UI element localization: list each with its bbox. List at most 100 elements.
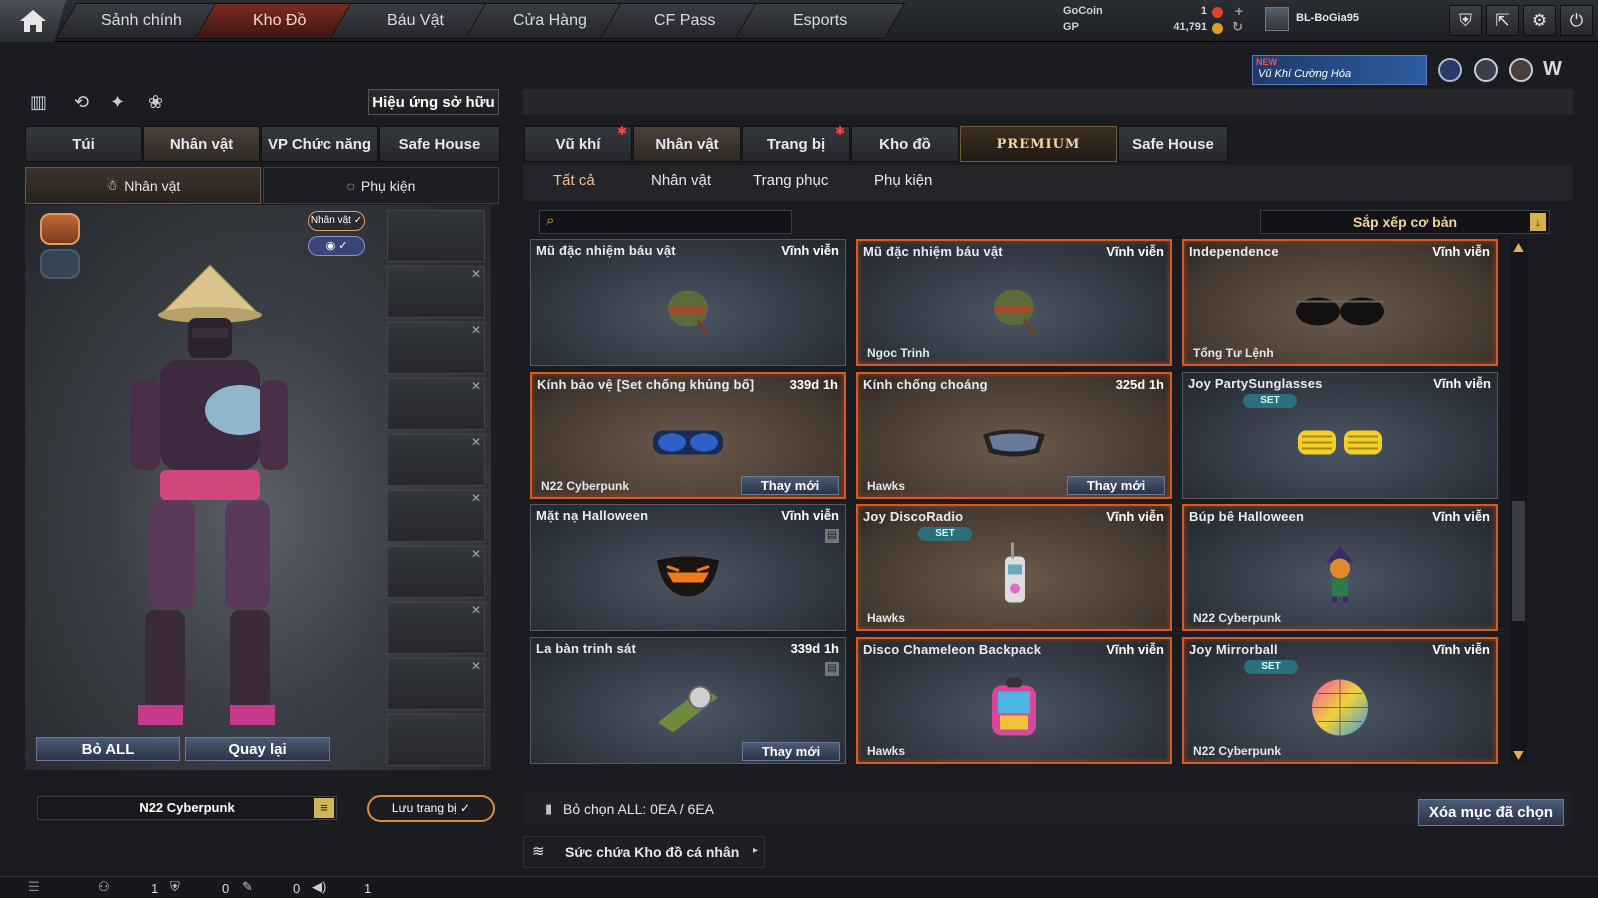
close-icon[interactable]: ✕ [471,547,481,561]
visibility-toggle[interactable]: ◉ ✓ [308,236,365,256]
category-all[interactable]: Tất cả [553,172,595,194]
sunglasses-icon [1290,290,1390,335]
menu-icon[interactable]: ≡ [314,798,334,818]
globe-icon[interactable] [1474,58,1498,82]
equip-slot[interactable]: ✕ [387,266,485,318]
equip-slot[interactable]: ✕ [387,322,485,374]
speaker-icon[interactable]: ◀) [312,879,326,895]
back-button[interactable]: Quay lại [185,737,330,761]
refresh-icon[interactable]: ↻ [1232,19,1243,35]
tab-functional-items[interactable]: VP Chức năng [261,126,378,162]
equip-slot[interactable]: ✕ [387,434,485,486]
character-toggle[interactable]: Nhân vật ✓ [308,211,365,231]
item-card[interactable]: Independence Vĩnh viễn Tổng Tư Lệnh [1182,239,1498,366]
event-icon-1[interactable] [1438,58,1462,82]
nav-tab-esports[interactable]: Esports [734,3,906,39]
item-card[interactable]: Joy DiscoRadio Vĩnh viễn Hawks SET [856,504,1172,631]
close-icon[interactable]: ✕ [471,435,481,449]
capacity-bar[interactable]: ≋ Sức chứa Kho đồ cá nhân ▸ [523,836,765,868]
friends-icon[interactable]: ⚇ [98,879,110,895]
subtab-accessory[interactable]: ◌ Phụ kiện [263,167,499,204]
exit-room-icon[interactable]: ⇱ [1486,5,1519,36]
item-owner: N22 Cyberpunk [541,478,630,493]
rotate-icon[interactable]: ⟲ [74,92,96,114]
tab-bag[interactable]: Túi [25,126,142,162]
item-card[interactable]: Kính bảo vệ [Set chống khủng bố] 339d 1h N… [530,371,846,499]
goggles-icon [648,422,728,467]
scroll-up-arrow[interactable] [1513,242,1524,253]
category-accessory[interactable]: Phụ kiện [874,172,932,194]
item-card[interactable]: Búp bê Halloween Vĩnh viễn N22 Cyberpunk [1182,504,1498,631]
tab-characters[interactable]: Nhân vật [633,126,741,162]
close-icon[interactable]: ✕ [471,603,481,617]
replace-button[interactable]: Thay mới [741,475,839,495]
scroll-down-arrow[interactable] [1513,750,1524,761]
deselect-count[interactable]: Bỏ chọn ALL: 0EA / 6EA [563,801,714,817]
target-icon[interactable] [1509,58,1533,82]
tab-storage[interactable]: Kho đồ [851,126,959,162]
search-input[interactable]: ⌕ [539,210,792,234]
list-icon[interactable]: ☰ [28,879,40,895]
equip-slot[interactable]: ✕ [387,378,485,430]
close-icon[interactable]: ✕ [471,323,481,337]
replace-button[interactable]: Thay mới [742,741,840,761]
item-name: Búp bê Halloween [1189,509,1305,524]
gear-icon[interactable]: ⚙ [1523,5,1556,36]
scrollbar[interactable] [1510,239,1527,764]
item-card[interactable]: Joy Mirrorball Vĩnh viễn N22 Cyberpunk SET [1182,636,1498,764]
faction-icon-2[interactable] [40,249,80,279]
item-card[interactable]: Mũ đặc nhiệm báu vật Vĩnh viễn [530,239,846,366]
close-icon[interactable]: ✕ [471,267,481,281]
close-icon[interactable]: ✕ [471,379,481,393]
remove-all-button[interactable]: Bỏ ALL [36,737,180,761]
item-duration: 339d 1h [790,640,839,656]
friends-count: 1 [151,881,159,896]
category-character[interactable]: Nhân vật [651,172,711,194]
item-duration: Vĩnh viễn [781,508,839,523]
trash-icon[interactable]: ▤ [825,529,839,543]
equip-slot[interactable] [387,714,485,766]
clan-icon[interactable]: ⛨ [170,879,180,895]
power-icon[interactable]: ⏻ [1560,5,1593,36]
item-card[interactable]: Kính chống choáng 325d 1h Hawks Thay mới [856,371,1172,499]
preset-name-field[interactable]: N22 Cyberpunk [37,796,337,820]
shield-icon[interactable]: ⛨ [1449,5,1482,36]
equip-slot[interactable]: ✕ [387,602,485,654]
scroll-thumb[interactable] [1512,501,1525,621]
replace-button[interactable]: Thay mới [1067,475,1165,495]
save-loadout-button[interactable]: Lưu trang bị ✓ [367,795,495,822]
item-card[interactable]: Disco Chameleon Backpack Vĩnh viễn Hawks [856,636,1172,764]
close-icon[interactable]: ✕ [471,491,481,505]
stats-icon[interactable]: ▥ [30,92,52,114]
item-duration: Vĩnh viễn [781,243,839,258]
pet-icon[interactable]: ❀ [148,92,170,114]
promo-banner[interactable]: NEW Vũ Khí Cường Hóa [1252,55,1427,85]
subtab-character[interactable]: ☃ Nhân vật [25,167,261,204]
chat-icon[interactable]: ✎ [242,879,253,895]
v-logo-icon[interactable]: W [1543,58,1569,82]
pose-icon[interactable]: ✦ [110,92,132,114]
item-card[interactable]: Mặt nạ Halloween Vĩnh viễn ▤ [530,504,846,631]
item-card[interactable]: Mũ đặc nhiệm báu vật Vĩnh viễn Ngoc Trinh [856,239,1172,366]
tab-character[interactable]: Nhân vật [143,126,260,162]
equip-slot[interactable]: ✕ [387,490,485,542]
trash-icon[interactable]: ▤ [825,661,839,676]
item-card[interactable]: Joy PartySunglasses Vĩnh viễn SET [1182,371,1498,499]
gocoin-icon [1212,7,1223,18]
owned-effects-button[interactable]: Hiệu ứng sở hữu [368,89,499,115]
equip-slot[interactable]: ✕ [387,546,485,598]
sort-dropdown[interactable]: Sắp xếp cơ bản ↓ [1260,210,1550,234]
category-costume[interactable]: Trang phục [753,172,828,194]
tab-premium[interactable]: PREMIUM [960,126,1117,162]
equip-slot[interactable] [387,210,485,262]
close-icon[interactable]: ✕ [471,659,481,673]
item-card[interactable]: La bàn trinh sát 339d 1h Thay mới ▤ [530,636,846,764]
add-coin-icon[interactable]: + [1235,3,1243,19]
tab-weapons[interactable]: Vũ khí [524,126,632,162]
delete-selected-button[interactable]: Xóa mục đã chọn [1418,799,1564,826]
equip-slot[interactable]: ✕ [387,658,485,710]
tab-safe-house[interactable]: Safe House [379,126,500,162]
tab-equipment[interactable]: Trang bị [742,126,850,162]
tab-safe-house-store[interactable]: Safe House [1118,126,1228,162]
faction-icon-1[interactable] [40,213,80,245]
